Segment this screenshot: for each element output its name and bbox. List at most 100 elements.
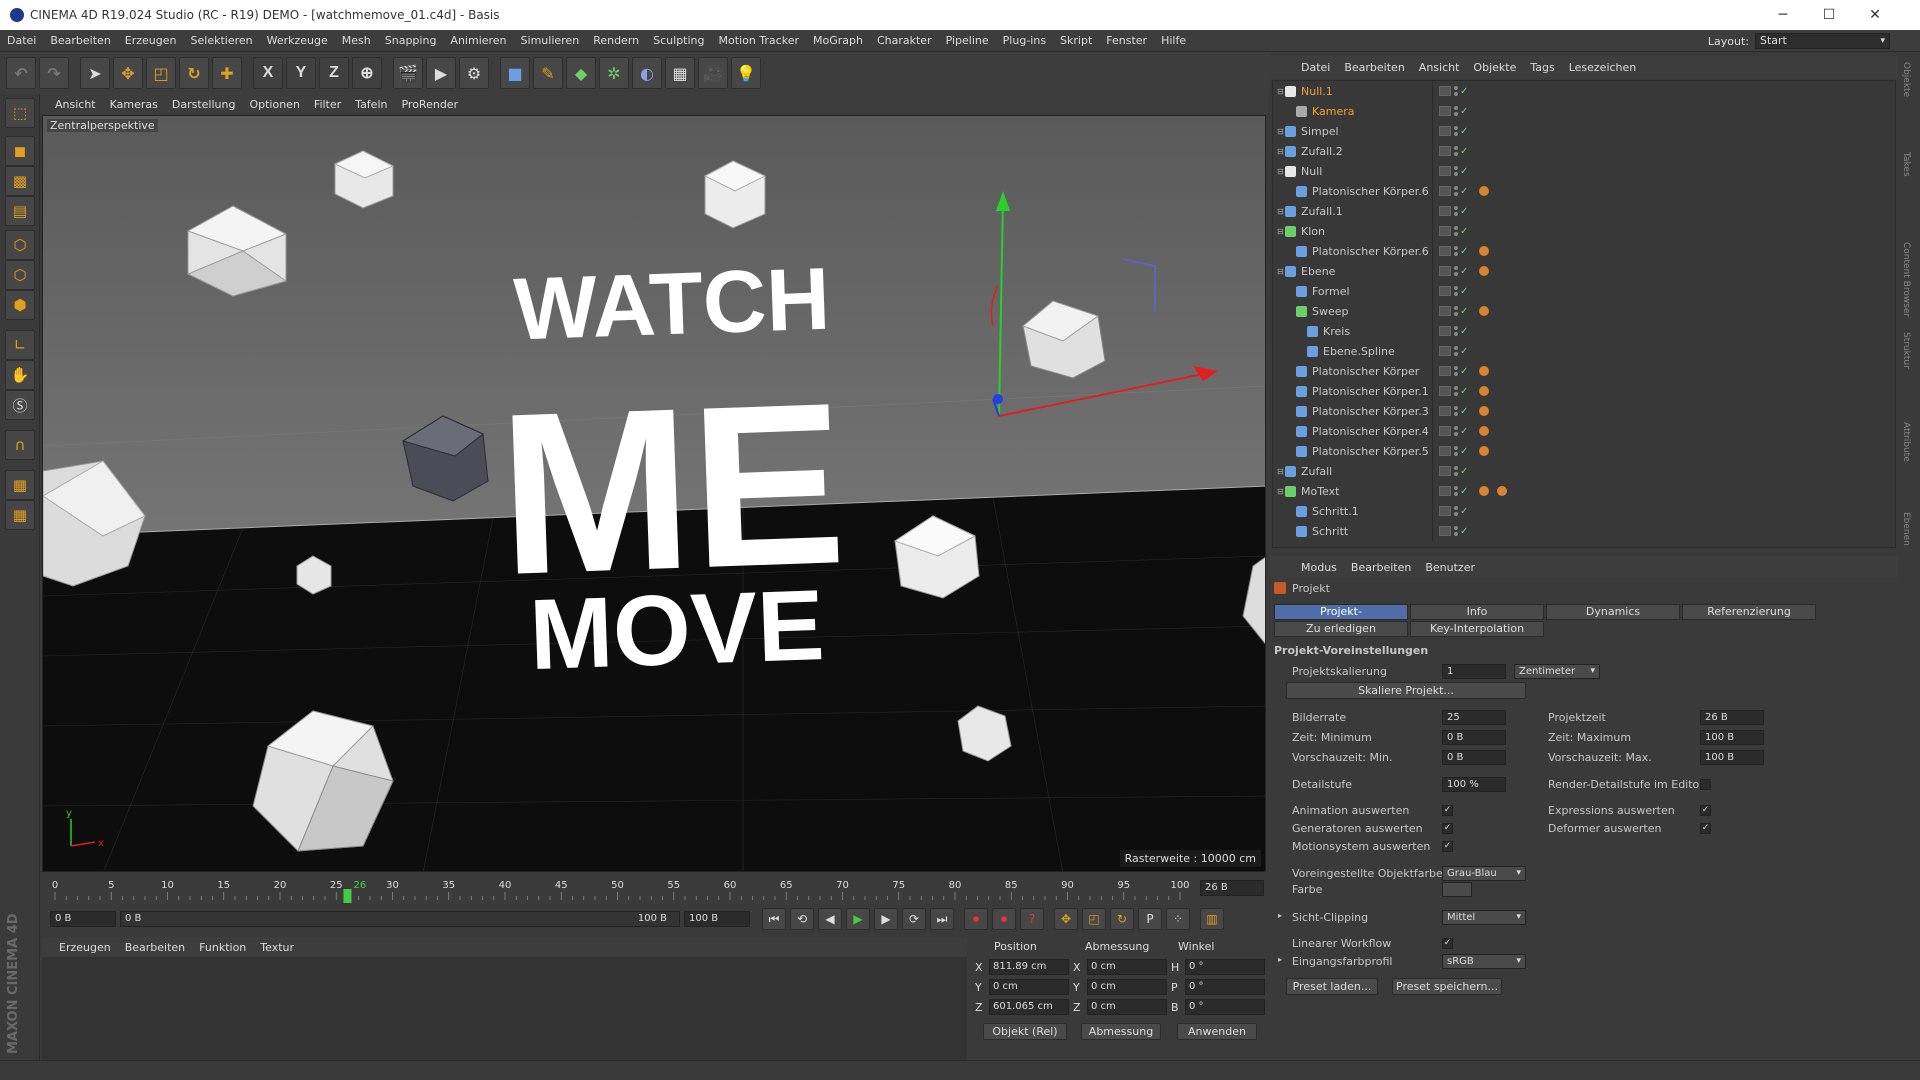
render-visibility-dot[interactable] [1454,492,1458,496]
view-clipping-dropdown[interactable]: Mittel [1442,910,1526,925]
editor-visibility-dot[interactable] [1454,366,1458,370]
editor-visibility-dot[interactable] [1454,426,1458,430]
tweak-mode-icon[interactable]: ✋ [5,360,35,390]
object-row[interactable]: ⊟ Zufall ✓ [1273,461,1895,481]
render-visibility-dot[interactable] [1454,112,1458,116]
editor-visibility-dot[interactable] [1454,86,1458,90]
detail-level-field[interactable]: 100 % [1442,777,1506,792]
enabled-check-icon[interactable]: ✓ [1460,86,1468,97]
tag-icon[interactable] [1479,186,1489,196]
previous-key-icon[interactable]: ⟲ [790,908,814,930]
side-tab-4[interactable]: Attribute [1901,422,1911,462]
camera-icon[interactable]: 🎥 [698,57,728,89]
side-tab-1[interactable]: Takes [1901,152,1911,177]
editor-visibility-dot[interactable] [1454,406,1458,410]
object-row[interactable]: Ebene.Spline ✓ [1273,341,1895,361]
render-visibility-dot[interactable] [1454,172,1458,176]
layer-visibility-icon[interactable] [1439,506,1451,516]
auto-key-icon[interactable]: ⏺ [992,908,1016,930]
select-tool-icon[interactable]: ➤ [80,57,110,89]
object_menu-1[interactable]: Bearbeiten [1337,61,1411,74]
object-row[interactable]: Platonischer Körper ✓ [1273,361,1895,381]
enabled-check-icon[interactable]: ✓ [1460,246,1468,257]
editor-visibility-dot[interactable] [1454,146,1458,150]
object_menu-0[interactable]: Datei [1294,61,1337,74]
attr_menu-0[interactable]: Modus [1294,561,1344,574]
tab-key-interpolation[interactable]: Key-Interpolation [1410,621,1544,637]
project-unit-dropdown[interactable]: Zentimeter [1514,664,1600,679]
editor-visibility-dot[interactable] [1454,526,1458,530]
render-detail-checkbox[interactable] [1700,779,1711,790]
rotate-tool-icon[interactable]: ↻ [179,57,209,89]
keyframe-selection-icon[interactable]: ? [1020,908,1044,930]
go-to-end-icon[interactable]: ⏭ [930,908,954,930]
layer-visibility-icon[interactable] [1439,406,1451,416]
render-settings-icon[interactable]: ⚙ [459,57,489,89]
tag-icon[interactable] [1479,486,1489,496]
tab-referencing[interactable]: Referenzierung [1682,604,1816,620]
attr_menu-1[interactable]: Bearbeiten [1344,561,1418,574]
project-time-field[interactable]: 26 B [1700,710,1764,725]
object-row[interactable]: Platonischer Körper.6 ✓ [1273,241,1895,261]
render-visibility-dot[interactable] [1454,252,1458,256]
enabled-check-icon[interactable]: ✓ [1460,266,1468,277]
tag-icon[interactable] [1479,366,1489,376]
enabled-check-icon[interactable]: ✓ [1460,166,1468,177]
editor-visibility-dot[interactable] [1454,326,1458,330]
object-row[interactable]: Sweep ✓ [1273,301,1895,321]
enabled-check-icon[interactable]: ✓ [1460,346,1468,357]
preset-load-button[interactable]: Preset laden... [1286,978,1378,995]
material_menu-0[interactable]: Erzeugen [52,941,118,954]
texture-mode-icon[interactable]: ▩ [5,166,35,196]
render-visibility-dot[interactable] [1454,272,1458,276]
expand-icon[interactable]: ⊟ [1277,87,1284,96]
coord-mode-dropdown[interactable]: Objekt (Rel) [983,1023,1067,1040]
enabled-check-icon[interactable]: ✓ [1460,486,1468,497]
object-row[interactable]: ⊟ Null ✓ [1273,161,1895,181]
color-profile-expand-icon[interactable]: ▸ [1278,955,1282,964]
next-frame-icon[interactable]: ▶ [874,908,898,930]
editor-visibility-dot[interactable] [1454,386,1458,390]
end-time-field[interactable]: 100 B [684,911,750,927]
linear-workflow-checkbox[interactable]: ✓ [1442,938,1453,949]
object-row[interactable]: Platonischer Körper.5 ✓ [1273,441,1895,461]
tab-todo[interactable]: Zu erledigen [1274,621,1408,637]
menu-0[interactable]: Datei [0,34,43,47]
object_menu-3[interactable]: Objekte [1466,61,1523,74]
tab-dynamics[interactable]: Dynamics [1546,604,1680,620]
preview-range-slider[interactable]: 0 B 100 B [120,911,680,927]
preview-min-field[interactable]: 0 B [1442,750,1506,765]
expand-icon[interactable]: ⊟ [1277,147,1284,156]
enabled-check-icon[interactable]: ✓ [1460,206,1468,217]
cube-primitive-icon[interactable]: ■ [500,57,530,89]
rotation-field[interactable]: 0 ° [1185,959,1265,975]
maximize-button[interactable]: ☐ [1806,0,1852,30]
generator-icon[interactable]: ◆ [566,57,596,89]
layer-visibility-icon[interactable] [1439,166,1451,176]
menu-18[interactable]: Hilfe [1154,34,1193,47]
render-visibility-dot[interactable] [1454,232,1458,236]
layer-visibility-icon[interactable] [1439,266,1451,276]
current-frame-field[interactable]: 26 B [1200,880,1264,896]
editor-visibility-dot[interactable] [1454,306,1458,310]
view_menu-6[interactable]: ProRender [394,98,465,111]
deformers-checkbox[interactable]: ✓ [1700,823,1711,834]
render-visibility-dot[interactable] [1454,412,1458,416]
object-row[interactable]: ⊟ Klon ✓ [1273,221,1895,241]
editor-visibility-dot[interactable] [1454,286,1458,290]
object_menu-5[interactable]: Lesezeichen [1562,61,1644,74]
pen-spline-icon[interactable]: ✎ [533,57,563,89]
tag-icon[interactable] [1479,406,1489,416]
size-field[interactable]: 0 cm [1087,959,1167,975]
attr_menu-2[interactable]: Benutzer [1418,561,1482,574]
fps-field[interactable]: 25 [1442,710,1506,725]
minimize-button[interactable]: ─ [1760,0,1806,30]
redo-button[interactable]: ↷ [39,57,69,89]
expand-icon[interactable]: ⊟ [1277,207,1284,216]
render-visibility-dot[interactable] [1454,132,1458,136]
tag-icon[interactable] [1497,486,1507,496]
material-manager-area[interactable] [42,957,967,1060]
record-scale-icon[interactable]: ◰ [1082,908,1106,930]
menu-2[interactable]: Erzeugen [118,34,184,47]
transform-tool-icon[interactable]: ✚ [212,57,242,89]
